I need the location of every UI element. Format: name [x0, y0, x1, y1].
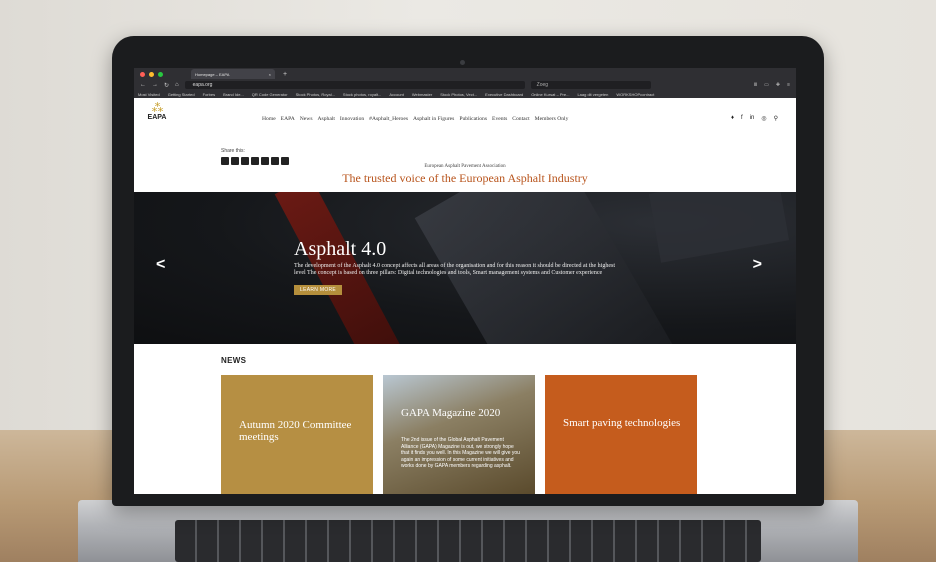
bookmark-item[interactable]: Stock Photos, Royal... — [296, 92, 335, 97]
browser-tab[interactable]: Homepage – EAPA × — [191, 69, 275, 79]
nav-asphalt[interactable]: Asphalt — [318, 116, 335, 122]
nav-contact[interactable]: Contact — [512, 116, 529, 122]
hero-title: Asphalt 4.0 — [294, 238, 387, 260]
bookmarks-bar: Most Visited Getting Started Forbes Bran… — [134, 90, 796, 98]
browser-search-placeholder: Zoeg — [536, 82, 549, 88]
nav-home[interactable]: Home — [262, 116, 276, 122]
logo-text: EAPA — [147, 114, 167, 121]
nav-asphalt-heroes[interactable]: #Asphalt_Heroes — [369, 116, 408, 122]
home-icon[interactable]: ⌂ — [175, 82, 179, 88]
search-icon[interactable]: ⚲ — [774, 115, 778, 122]
site-header: ⁂ EAPA Home EAPA News Asphalt Innovation… — [134, 98, 796, 134]
slider-next-icon[interactable]: > — [753, 256, 762, 274]
nav-eapa[interactable]: EAPA — [281, 116, 295, 122]
hero-content: Asphalt 4.0 The development of the Aspha… — [294, 238, 624, 296]
nav-members-only[interactable]: Members Only — [535, 116, 569, 122]
bookmark-item[interactable]: Stock Photos, Vect... — [440, 92, 477, 97]
bookmark-item[interactable]: Getting Started — [168, 92, 195, 97]
news-card-title: Smart paving technologies — [563, 417, 681, 429]
news-card[interactable]: Smart paving technologies — [545, 375, 697, 494]
nav-events[interactable]: Events — [492, 116, 507, 122]
extensions-icon[interactable]: ✚ — [776, 82, 780, 88]
menu-icon[interactable]: ≡ — [787, 82, 790, 88]
linkedin-icon[interactable]: in — [750, 115, 755, 122]
reload-icon[interactable]: ↻ — [164, 82, 169, 89]
back-icon[interactable]: ← — [140, 82, 146, 88]
logo-stars-icon: ⁂ — [151, 101, 164, 115]
share-label: Share this: — [221, 148, 245, 154]
tab-bar: Homepage – EAPA × + — [134, 68, 796, 80]
forward-icon[interactable]: → — [152, 82, 158, 88]
hero-image-panel — [648, 192, 790, 263]
hero-slider: < > Asphalt 4.0 The development of the A… — [134, 192, 796, 344]
social-links: ♦ f in ◎ ⚲ — [731, 115, 778, 122]
address-row: ← → ↻ ⌂ eapa.org Zoeg Ⅲ ▭ ✚ ≡ — [134, 80, 796, 90]
news-card[interactable]: GAPA Magazine 2020 The 2nd issue of the … — [383, 375, 535, 494]
instagram-icon[interactable]: ◎ — [761, 115, 766, 122]
close-tab-icon[interactable]: × — [269, 72, 271, 77]
bookmark-item[interactable]: Account — [389, 92, 403, 97]
news-card-text: The 2nd issue of the Global Asphalt Pave… — [401, 437, 520, 470]
laptop-screen: Homepage – EAPA × + ← → ↻ ⌂ eapa.org Zoe… — [134, 68, 796, 494]
bookmark-item[interactable]: Brand Ide... — [223, 92, 244, 97]
share-block: Share this: — [221, 148, 289, 165]
bookmark-item[interactable]: Forbes — [203, 92, 215, 97]
bookmark-item[interactable]: QR Code Generator — [252, 92, 288, 97]
tagline-block: European Asphalt Pavement Association Th… — [134, 164, 796, 186]
news-card-title: Autumn 2020 Committee meetings — [239, 419, 352, 443]
slider-prev-icon[interactable]: < — [156, 256, 165, 274]
sidebar-icon[interactable]: ▭ — [764, 82, 769, 88]
bookmark-item[interactable]: Most Visited — [138, 92, 160, 97]
url-bar[interactable]: eapa.org — [184, 81, 525, 89]
learn-more-button[interactable]: LEARN MORE — [294, 285, 343, 295]
main-nav: Home EAPA News Asphalt Innovation #Aspha… — [262, 116, 568, 122]
browser-toolbar-icons: Ⅲ ▭ ✚ ≡ — [754, 82, 790, 88]
hero-text: The development of the Asphalt 4.0 conce… — [294, 263, 616, 276]
url-text: eapa.org — [192, 82, 213, 88]
site-tagline: The trusted voice of the European Asphal… — [342, 171, 588, 185]
news-heading: NEWS — [221, 356, 247, 365]
maximize-window-icon[interactable] — [158, 71, 163, 77]
bookmark-item[interactable]: Stock photos, royalt... — [343, 92, 381, 97]
laptop-keyboard — [175, 520, 761, 562]
nav-asphalt-in-figures[interactable]: Asphalt in Figures — [413, 116, 454, 122]
browser-tab-title: Homepage – EAPA — [195, 71, 230, 77]
facebook-icon[interactable]: f — [741, 115, 743, 122]
library-icon[interactable]: Ⅲ — [754, 82, 757, 88]
new-tab-icon[interactable]: + — [283, 71, 287, 78]
bookmark-item[interactable]: Executive Dashboard — [485, 92, 523, 97]
eapa-logo[interactable]: ⁂ EAPA — [144, 102, 170, 121]
browser-search-input[interactable]: Zoeg — [530, 81, 651, 89]
association-name: European Asphalt Pavement Association — [424, 164, 506, 169]
bookmark-item[interactable]: Laag dit vergeten — [577, 92, 608, 97]
nav-news[interactable]: News — [300, 116, 313, 122]
nav-innovation[interactable]: Innovation — [340, 116, 364, 122]
browser-chrome: Homepage – EAPA × + ← → ↻ ⌂ eapa.org Zoe… — [134, 68, 796, 98]
bookmark-item[interactable]: Webmaster — [412, 92, 432, 97]
twitter-icon[interactable]: ♦ — [731, 115, 734, 122]
webcam — [460, 60, 465, 65]
nav-publications[interactable]: Publications — [459, 116, 487, 122]
news-card-title: GAPA Magazine 2020 — [401, 407, 501, 419]
bookmark-item[interactable]: WORKSHOPcontract — [616, 92, 654, 97]
close-window-icon[interactable] — [140, 71, 145, 77]
news-card[interactable]: Autumn 2020 Committee meetings — [221, 375, 373, 494]
bookmark-item[interactable]: Online Kursat – Pre... — [531, 92, 569, 97]
minimize-window-icon[interactable] — [149, 71, 154, 77]
